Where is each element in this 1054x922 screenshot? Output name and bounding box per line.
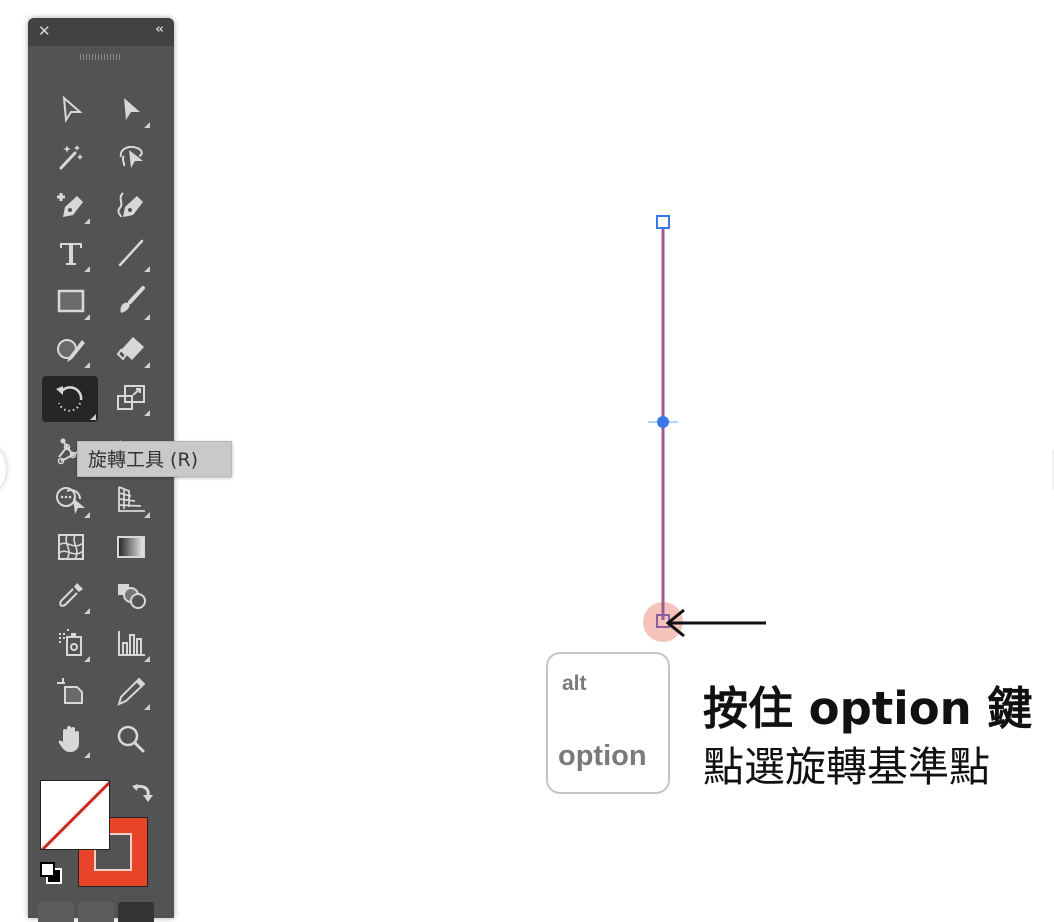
close-icon[interactable]: ✕ xyxy=(38,23,54,39)
column-graph-icon xyxy=(118,631,145,656)
anchor-point-top xyxy=(656,215,670,229)
artboard-icon xyxy=(57,678,83,704)
rectangle-icon xyxy=(57,289,85,313)
hand-icon xyxy=(58,726,79,752)
zoom-tool[interactable] xyxy=(110,718,152,760)
lasso-icon xyxy=(119,146,143,168)
rotate-tool[interactable] xyxy=(42,376,98,422)
curvature-pen-icon xyxy=(117,192,143,218)
blend-tool[interactable] xyxy=(110,574,152,616)
caption-line-2: 點選旋轉基準點 xyxy=(703,743,990,791)
eyedropper-tool[interactable] xyxy=(50,574,92,616)
perspective-grid-icon xyxy=(118,486,145,512)
eyedropper-icon xyxy=(59,583,83,607)
eraser-icon xyxy=(116,337,144,361)
option-key-illustration: alt option xyxy=(546,652,670,794)
lasso-tool[interactable] xyxy=(110,136,152,178)
type-tool[interactable] xyxy=(50,232,92,274)
type-icon xyxy=(60,243,82,265)
tooltip: 旋轉工具 (R) xyxy=(77,441,232,477)
symbol-sprayer-tool[interactable] xyxy=(50,622,92,664)
tools-panel-header[interactable]: ✕ ‹‹ xyxy=(28,18,174,46)
direct-selection-arrow-icon xyxy=(124,98,140,120)
arrow-icon xyxy=(665,608,766,638)
mesh-icon xyxy=(58,534,84,560)
anchor-point-bottom xyxy=(656,614,670,628)
none-fill-icon xyxy=(41,781,109,849)
scale-icon xyxy=(117,385,145,410)
pen-tool[interactable] xyxy=(50,184,92,226)
symbol-sprayer-icon xyxy=(59,629,82,656)
rotate-icon xyxy=(56,386,83,412)
previous-slide-handle[interactable] xyxy=(0,448,6,490)
direct-selection-tool[interactable] xyxy=(110,88,152,130)
line-segment-tool[interactable] xyxy=(110,232,152,274)
paintbrush-tool[interactable] xyxy=(110,280,152,322)
line-segment-icon xyxy=(118,239,144,267)
perspective-grid-tool[interactable] xyxy=(110,478,152,520)
gradient-icon xyxy=(117,536,145,558)
curvature-tool[interactable] xyxy=(110,184,152,226)
drag-grip[interactable] xyxy=(80,54,120,60)
key-alt-label: alt xyxy=(562,672,587,695)
mesh-tool[interactable] xyxy=(50,526,92,568)
swap-fill-stroke-icon[interactable] xyxy=(130,782,154,806)
collapse-icon[interactable]: ‹‹ xyxy=(155,22,164,37)
center-point xyxy=(657,416,669,428)
rotate-origin-highlight xyxy=(643,602,683,642)
shape-builder-icon xyxy=(56,487,85,514)
pen-icon xyxy=(57,193,83,217)
draw-normal-button[interactable] xyxy=(38,902,74,922)
paintbrush-icon xyxy=(120,286,145,313)
pencil-icon xyxy=(117,677,146,706)
rectangle-tool[interactable] xyxy=(50,280,92,322)
caption-line-1: 按住 option 鍵 xyxy=(703,682,1033,735)
default-fill-stroke-icon[interactable] xyxy=(38,860,64,886)
selection-tool[interactable] xyxy=(50,88,92,130)
blend-icon xyxy=(118,584,146,609)
magnifier-icon xyxy=(117,725,145,753)
shaper-icon xyxy=(57,339,85,362)
pencil-tool[interactable] xyxy=(110,670,152,712)
column-graph-tool[interactable] xyxy=(110,622,152,664)
fill-color-swatch[interactable] xyxy=(40,780,110,850)
shaper-tool[interactable] xyxy=(50,328,92,370)
selection-arrow-icon xyxy=(62,95,83,124)
draw-inside-button[interactable] xyxy=(118,902,154,922)
scale-tool[interactable] xyxy=(110,376,152,418)
eraser-tool[interactable] xyxy=(110,328,152,370)
drawing-mode-buttons xyxy=(38,902,156,922)
key-option-label: option xyxy=(558,740,647,772)
magic-wand-tool[interactable] xyxy=(50,136,92,178)
hand-tool[interactable] xyxy=(50,718,92,760)
magic-wand-icon xyxy=(59,145,83,170)
gradient-tool[interactable] xyxy=(110,526,152,568)
draw-behind-button[interactable] xyxy=(78,902,114,922)
artboard-tool[interactable] xyxy=(50,670,92,712)
shape-builder-tool[interactable] xyxy=(50,478,92,520)
